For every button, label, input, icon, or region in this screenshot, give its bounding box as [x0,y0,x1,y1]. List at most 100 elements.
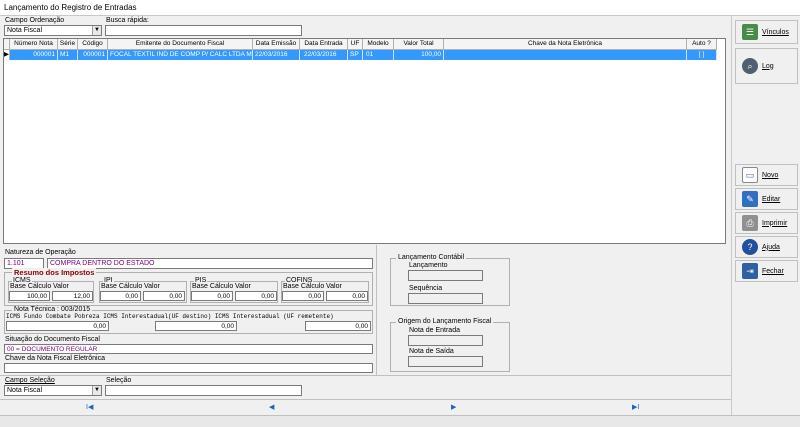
ipi-base-value: 0,00 [100,291,141,301]
col-codigo[interactable]: Código [78,39,108,50]
next-record-icon[interactable]: ▶ [451,403,456,411]
ajuda-button[interactable]: ? Ajuda [735,236,798,258]
editar-label: Editar [762,195,781,203]
table-cell[interactable]: 22/03/2016 [253,50,300,60]
pis-base-label: Base Cálculo [192,283,234,290]
origem-title: Origem do Lançamento Fiscal [396,318,494,325]
campo-ordenacao-label: Campo Ordenação [5,17,65,24]
entries-grid[interactable]: Número Nota Série Código Emitente do Doc… [3,38,726,244]
busca-rapida-label: Busca rápida: [106,17,149,24]
fechar-label: Fechar [762,267,784,275]
table-cell[interactable]: SP [348,50,363,60]
cofins-valor-label: Valor [326,283,342,290]
novo-button[interactable]: ▭ Novo [735,164,798,186]
table-cell[interactable]: FOCAL TEXTIL IND DE COMP P/ CALC LTDA M [108,50,253,60]
icms-valor-label: Valor [53,283,69,290]
icms-base-label: Base Cálculo [10,283,52,290]
magnifier-icon: ⌕ [742,58,758,74]
table-cell[interactable]: M1 [58,50,78,60]
chevron-down-icon[interactable]: ▼ [92,386,101,395]
ipi-valor-value: 0,00 [143,291,185,301]
window-title: Lançamento do Registro de Entradas [4,3,137,12]
cofins-valor-value: 0,00 [326,291,368,301]
campo-selecao-label: Campo Seleção [5,377,55,384]
campo-selecao-select[interactable]: Nota Fiscal ▼ [4,385,102,396]
campo-selecao-value: Nota Fiscal [7,387,43,394]
prev-record-icon[interactable]: ◀ [269,403,274,411]
list-icon: ☰ [742,24,758,40]
nota-tecnica-labels: ICMS Fundo Combate Pobreza ICMS Interest… [6,313,334,320]
help-icon: ? [742,239,758,255]
table-cell[interactable] [444,50,687,60]
busca-rapida-input[interactable] [105,25,302,36]
lancamento-label: Lançamento [409,262,448,269]
natureza-label: Natureza de Operação [5,249,76,256]
col-numero-nota[interactable]: Número Nota [10,39,58,50]
editar-button[interactable]: ✎ Editar [735,188,798,210]
sidebar: ☰ Vínculos ⌕ Log ▭ Novo ✎ Editar ⎙ Impri… [731,16,800,427]
table-cell[interactable]: 000001 [78,50,108,60]
log-button[interactable]: ⌕ Log [735,48,798,84]
divider [376,245,377,375]
nota-entrada-field [408,335,483,346]
icms-valor-value: 12,00 [52,291,93,301]
table-cell[interactable]: 22/03/2016 [300,50,348,60]
col-serie[interactable]: Série [58,39,78,50]
situacao-value: 00 = DOCUMENTO REGULAR [4,344,373,354]
vinculos-label: Vínculos [762,28,789,36]
col-uf[interactable]: UF [348,39,363,50]
nota-saida-field [408,356,483,367]
impostos-title: Resumo dos Impostos [12,268,97,277]
cofins-base-label: Base Cálculo [283,283,325,290]
vinculos-button[interactable]: ☰ Vínculos [735,20,798,44]
table-cell[interactable]: 100,00 [394,50,444,60]
col-modelo[interactable]: Modelo [363,39,394,50]
icms-uf-destino-value: 0,00 [155,321,237,331]
nav-bar [0,399,731,415]
contabil-title: Lançamento Contábil [396,254,467,261]
fechar-button[interactable]: ⇥ Fechar [735,260,798,282]
icms-base-value: 100,00 [9,291,50,301]
imprimir-label: Imprimir [762,219,788,227]
cofins-base-value: 0,00 [282,291,324,301]
sequencia-field [408,293,483,304]
last-record-icon[interactable]: ▶I [632,403,639,411]
log-label: Log [762,62,774,70]
table-cell[interactable]: 01 [363,50,394,60]
chevron-down-icon[interactable]: ▼ [92,26,101,35]
situacao-label: Situação do Documento Fiscal [5,336,100,343]
edit-icon: ✎ [742,191,758,207]
table-cell[interactable]: 000001 [10,50,58,60]
icms-uf-remetente-value: 0,00 [305,321,371,331]
pis-valor-value: 0,00 [235,291,277,301]
sequencia-label: Sequência [409,285,443,292]
status-bar [0,415,800,427]
divider [0,375,731,376]
chave-label: Chave da Nota Fiscal Eletrônica [5,355,105,362]
col-chave-nota[interactable]: Chave da Nota Eletrônica [444,39,687,50]
novo-label: Novo [762,171,779,179]
col-data-entrada[interactable]: Data Entrada [300,39,348,50]
col-data-emissao[interactable]: Data Emissão [253,39,300,50]
fundo-pobreza-value: 0,00 [6,321,109,331]
campo-ordenacao-value: Nota Fiscal [7,27,43,34]
pis-base-value: 0,00 [191,291,233,301]
auto-checkbox[interactable]: [ ] [687,50,717,60]
nota-tecnica-title: Nota Técnica : 003/2015 [12,306,93,313]
ajuda-label: Ajuda [762,243,780,251]
new-document-icon: ▭ [742,167,758,183]
first-record-icon[interactable]: I◀ [86,403,93,411]
imprimir-button[interactable]: ⎙ Imprimir [735,212,798,234]
selecao-input[interactable] [105,385,302,396]
pis-valor-label: Valor [235,283,251,290]
lancamento-field [408,270,483,281]
nota-saida-label: Nota de Saída [409,348,454,355]
col-valor-total[interactable]: Valor Total [394,39,444,50]
col-auto[interactable]: Auto ? [687,39,717,50]
selecao-label: Seleção [106,377,132,384]
ipi-valor-label: Valor [144,283,160,290]
col-emitente[interactable]: Emitente do Documento Fiscal [108,39,253,50]
printer-icon: ⎙ [742,215,758,231]
chave-value [4,363,373,373]
campo-ordenacao-select[interactable]: Nota Fiscal ▼ [4,25,102,36]
